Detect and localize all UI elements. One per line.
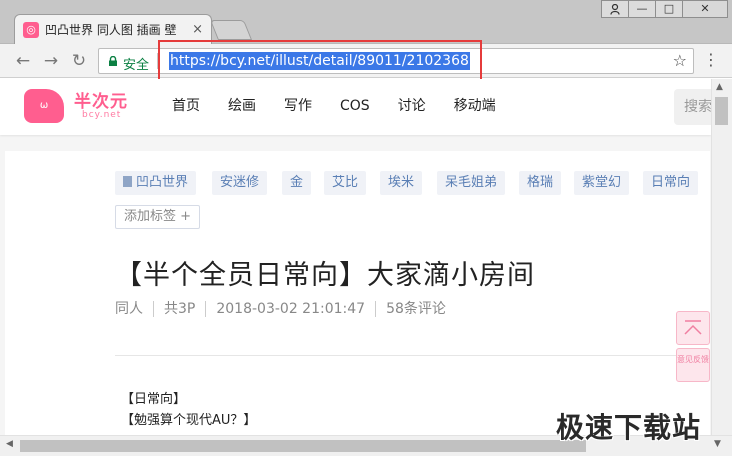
vertical-scroll-thumb[interactable] bbox=[715, 97, 728, 125]
meta-comments[interactable]: 58条评论 bbox=[375, 301, 456, 317]
tag-item[interactable]: 艾比 bbox=[324, 171, 367, 195]
logo-badge-icon: ω bbox=[24, 89, 64, 123]
post-body-line: 【日常向】 bbox=[121, 392, 187, 407]
maximize-button[interactable]: □ bbox=[655, 0, 683, 18]
vertical-scrollbar[interactable]: ▲ bbox=[711, 79, 732, 435]
scroll-up-icon[interactable]: ▲ bbox=[716, 82, 723, 92]
logo-domain: bcy.net bbox=[82, 110, 122, 120]
horizontal-scroll-thumb[interactable] bbox=[20, 440, 586, 452]
tag-item[interactable]: 埃米 bbox=[380, 171, 423, 195]
user-icon[interactable] bbox=[601, 0, 629, 18]
tag-label: 凹凸世界 bbox=[136, 175, 189, 190]
post-body-line: 【勉强算个现代AU？】 bbox=[121, 413, 257, 428]
post-card: 凹凸世界 安迷修 金 艾比 埃米 呆毛姐弟 格瑞 紫堂幻 日常向 添加标签 + … bbox=[5, 151, 710, 435]
meta-datetime: 2018-03-02 21:01:47 bbox=[205, 301, 375, 317]
tag-item[interactable]: 凹凸世界 bbox=[115, 171, 197, 195]
tag-item[interactable]: 金 bbox=[282, 171, 312, 195]
reload-icon[interactable]: ↻ bbox=[68, 50, 90, 72]
nav-item-illust[interactable]: 绘画 bbox=[228, 79, 256, 135]
forward-icon[interactable]: → bbox=[40, 50, 62, 72]
tag-item[interactable]: 呆毛姐弟 bbox=[437, 171, 506, 195]
back-icon[interactable]: ← bbox=[12, 50, 34, 72]
logo-text: 半次元 bbox=[74, 92, 128, 112]
browser-menu-icon[interactable]: ⋮ bbox=[703, 50, 719, 69]
site-logo[interactable]: ω 半次元 bcy.net bbox=[24, 85, 134, 127]
url-highlight-box bbox=[158, 40, 482, 84]
meta-pages: 共3P bbox=[153, 301, 205, 317]
post-meta: 同人 共3P 2018-03-02 21:01:47 58条评论 bbox=[115, 301, 456, 317]
feedback-button[interactable]: 意见反馈 bbox=[676, 348, 710, 382]
post-title: 【半个全员日常向】大家滴小房间 bbox=[115, 260, 535, 291]
nav-item-mobile[interactable]: 移动端 bbox=[454, 79, 496, 135]
bookmark-icon bbox=[123, 176, 132, 187]
nav-item-cos[interactable]: COS bbox=[340, 79, 370, 135]
site-header: ω 半次元 bcy.net 首页 绘画 写作 COS 讨论 移动端 搜索 bbox=[0, 79, 711, 135]
nav-item-discuss[interactable]: 讨论 bbox=[398, 79, 426, 135]
window-controls: — □ ✕ bbox=[601, 0, 728, 18]
bookmark-star-icon[interactable]: ☆ bbox=[673, 51, 687, 70]
site-nav: 首页 绘画 写作 COS 讨论 移动端 bbox=[172, 79, 524, 135]
minimize-button[interactable]: — bbox=[628, 0, 656, 18]
bcy-favicon-icon: ◎ bbox=[23, 21, 39, 38]
meta-category[interactable]: 同人 bbox=[115, 301, 153, 317]
scroll-left-icon[interactable]: ◀ bbox=[6, 439, 13, 449]
tab-title: 凹凸世界 同人图 插画 壁 bbox=[45, 23, 177, 37]
nav-item-home[interactable]: 首页 bbox=[172, 79, 200, 135]
search-input[interactable]: 搜索 bbox=[674, 89, 711, 125]
close-window-button[interactable]: ✕ bbox=[682, 0, 728, 18]
tag-item[interactable]: 日常向 bbox=[643, 171, 699, 195]
secure-label: 安全 bbox=[123, 58, 150, 73]
browser-titlebar: ◎ 凹凸世界 同人图 插画 壁 × — □ ✕ bbox=[0, 0, 732, 44]
tag-item[interactable]: 紫堂幻 bbox=[574, 171, 630, 195]
page-viewport: ω 半次元 bcy.net 首页 绘画 写作 COS 讨论 移动端 搜索 凹凸世… bbox=[0, 79, 711, 435]
tab-close-icon[interactable]: × bbox=[192, 22, 203, 37]
divider bbox=[115, 355, 700, 356]
nav-item-writing[interactable]: 写作 bbox=[284, 79, 312, 135]
tag-item[interactable]: 格瑞 bbox=[519, 171, 562, 195]
watermark: 极速下载站 bbox=[556, 411, 702, 444]
lock-icon bbox=[109, 56, 117, 66]
back-to-top-icon bbox=[684, 320, 702, 335]
tag-list: 凹凸世界 安迷修 金 艾比 埃米 呆毛姐弟 格瑞 紫堂幻 日常向 添加标签 + bbox=[115, 171, 711, 251]
new-tab-button[interactable] bbox=[209, 20, 253, 40]
back-to-top-button[interactable] bbox=[676, 311, 710, 345]
add-tag-button[interactable]: 添加标签 + bbox=[115, 205, 201, 229]
tag-item[interactable]: 安迷修 bbox=[212, 171, 268, 195]
scroll-down-icon[interactable]: ▼ bbox=[714, 439, 721, 449]
